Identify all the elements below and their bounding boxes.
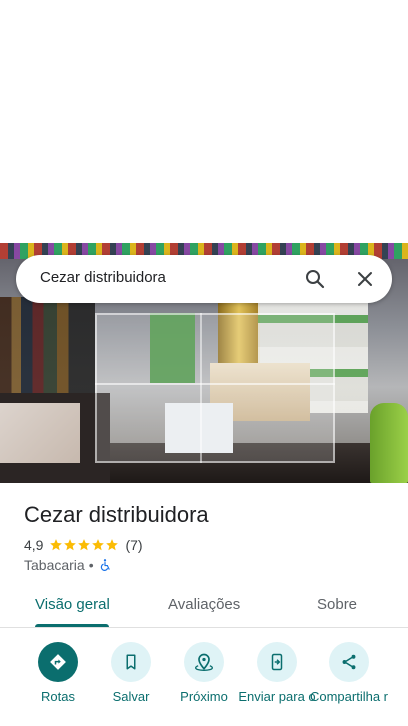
send-to-phone-button[interactable]: Enviar para o [237, 642, 317, 704]
share-icon [342, 654, 356, 670]
photo-horse-box [0, 403, 80, 463]
save-button[interactable]: Salvar [91, 642, 171, 704]
directions-label: Rotas [41, 689, 75, 704]
photo-snack-can [370, 403, 408, 483]
place-title: Cezar distribuidora [24, 502, 209, 527]
star-icon [64, 539, 77, 551]
share-button[interactable]: Compartilha r [309, 642, 389, 704]
rating-row[interactable]: 4,9 (7) [24, 536, 143, 554]
active-tab-indicator [35, 624, 109, 627]
nearby-button-circle[interactable] [184, 642, 224, 682]
star-icon [50, 539, 63, 551]
save-button-circle[interactable] [111, 642, 151, 682]
directions-button-circle[interactable] [38, 642, 78, 682]
nearby-icon [194, 653, 214, 672]
directions-icon [50, 654, 66, 670]
nearby-button[interactable]: Próximo [164, 642, 244, 704]
place-category: Tabacaria [24, 557, 85, 573]
send-to-phone-label: Enviar para o [238, 689, 316, 704]
share-label: Compartilha r [309, 689, 389, 704]
review-count[interactable]: (7) [125, 537, 142, 553]
separator-dot: • [88, 557, 94, 573]
tab-reviews[interactable]: Avaliações [168, 596, 240, 613]
tab-about[interactable]: Sobre [317, 596, 357, 613]
search-input[interactable]: Cezar distribuidora [40, 269, 166, 286]
tab-overview[interactable]: Visão geral [35, 596, 110, 613]
photo-glass-case [95, 313, 335, 463]
map-area-blank [0, 0, 408, 243]
search-bar[interactable]: Cezar distribuidora [16, 255, 392, 303]
nearby-label: Próximo [180, 689, 228, 704]
action-buttons: Rotas Salvar Próximo Enviar para o Compa… [0, 640, 408, 726]
star-icon [106, 539, 119, 551]
star-icon [78, 539, 91, 551]
wheelchair-accessible-icon [100, 559, 110, 571]
share-button-circle[interactable] [329, 642, 369, 682]
star-icon [92, 539, 105, 551]
photo-glass-shelf [95, 383, 335, 385]
close-icon[interactable] [353, 267, 377, 291]
rating-value: 4,9 [24, 537, 44, 553]
bookmark-icon [126, 654, 136, 670]
photo-glass-divider [200, 313, 202, 463]
send-to-phone-icon [271, 653, 283, 671]
category-row: Tabacaria • [24, 556, 112, 574]
save-label: Salvar [112, 689, 150, 704]
search-icon[interactable] [303, 267, 327, 291]
star-rating [49, 538, 119, 552]
place-tabs: Visão geral Avaliações Sobre [0, 582, 408, 628]
send-to-phone-button-circle[interactable] [257, 642, 297, 682]
directions-button[interactable]: Rotas [18, 642, 98, 704]
